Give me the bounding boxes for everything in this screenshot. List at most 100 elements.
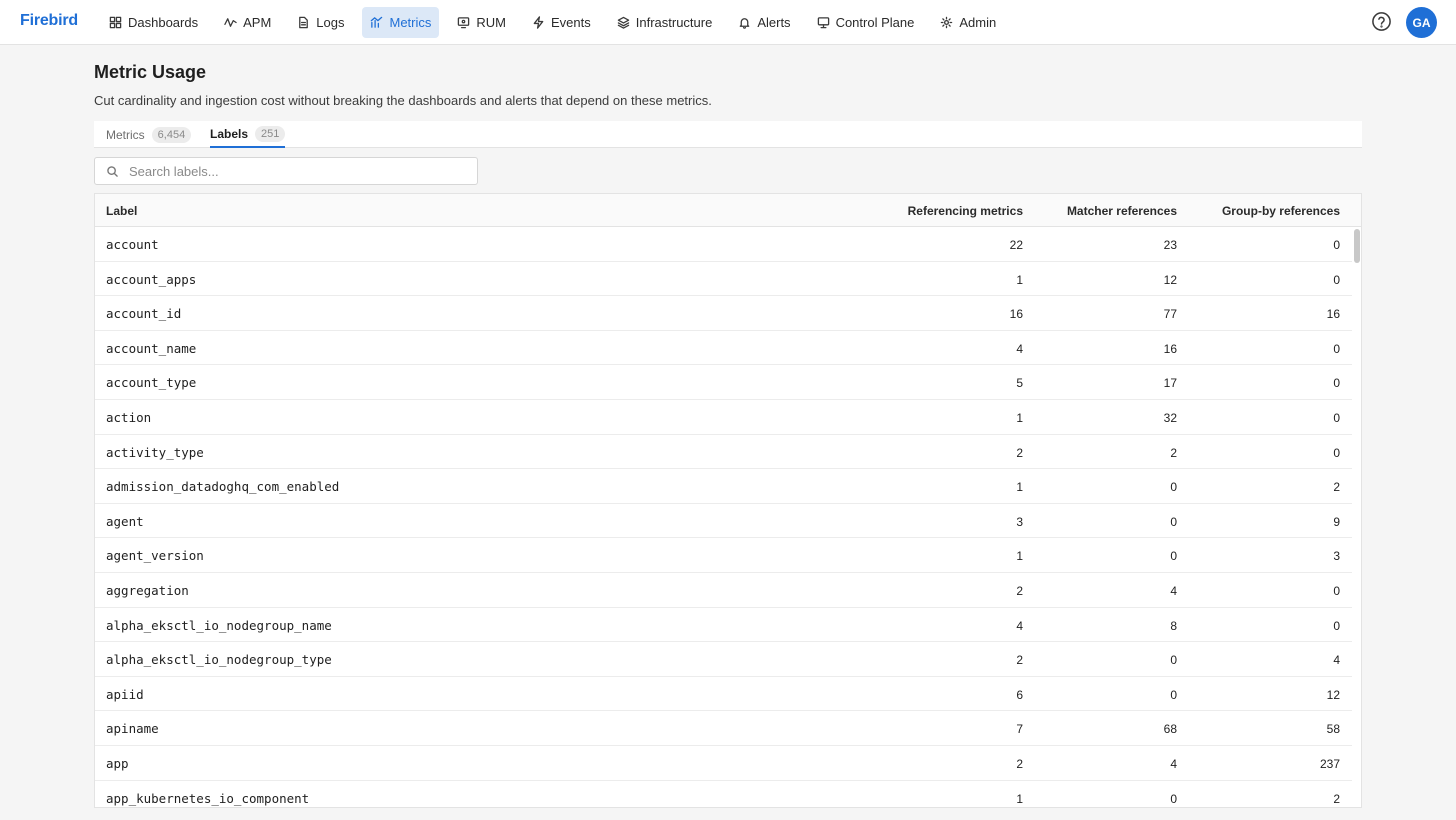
nav-apm[interactable]: APM [216,7,279,38]
monitor-icon [458,17,470,29]
cell-label: activity_type [106,444,204,460]
table-row[interactable]: account 22 23 0 [95,227,1352,262]
cell-label: app_kubernetes_io_component [106,790,310,806]
cell-group-by-references: 0 [1333,410,1340,425]
user-avatar[interactable]: GA [1406,7,1437,38]
cell-group-by-references: 3 [1333,549,1340,564]
cell-label: account_apps [106,271,197,287]
table-row[interactable]: account_apps 1 12 0 [95,262,1352,297]
nav-rum[interactable]: RUM [449,7,514,38]
line-chart-icon [371,16,383,28]
table-row[interactable]: apiid 6 0 12 [95,677,1352,712]
cell-group-by-references: 4 [1333,653,1340,668]
nav-alerts[interactable]: Alerts [730,7,798,38]
cell-label: agent [106,513,144,529]
labels-table: Label Referencing metrics Matcher refere… [94,193,1362,808]
table-row[interactable]: action 1 32 0 [95,400,1352,435]
cell-label: alpha_eksctl_io_nodegroup_name [106,617,332,633]
cell-group-by-references: 0 [1333,238,1340,252]
lightning-icon [533,16,544,29]
search-icon [107,166,118,177]
search-input[interactable] [129,162,469,180]
cell-label: account_type [106,375,197,391]
cell-matcher-references: 4 [1170,756,1177,771]
table-row[interactable]: aggregation 2 4 0 [95,573,1352,608]
table-row[interactable]: activity_type 2 2 0 [95,435,1352,470]
table-row[interactable]: account_type 5 17 0 [95,365,1352,400]
cell-group-by-references: 16 [1326,307,1340,322]
nav-label: RUM [476,15,506,30]
cell-group-by-references: 237 [1319,756,1340,771]
cell-referencing-metrics: 2 [1016,653,1023,668]
cell-referencing-metrics: 1 [1016,791,1023,806]
nav-metrics[interactable]: Metrics [362,7,440,38]
table-row[interactable]: agent 3 0 9 [95,504,1352,539]
main-nav: Dashboards APM Logs Metrics RUM Events I… [101,7,1014,38]
cell-label: account_id [106,306,182,322]
brand-logo[interactable]: Firebird [20,12,78,30]
cell-matcher-references: 2 [1170,445,1177,460]
cell-matcher-references: 68 [1163,722,1177,737]
cell-matcher-references: 0 [1170,549,1177,564]
tab-metrics[interactable]: Metrics 6,454 [106,121,192,148]
nav-admin[interactable]: Admin [932,7,1004,38]
cell-referencing-metrics: 4 [1016,618,1023,633]
page-description: Cut cardinality and ingestion cost witho… [94,93,712,108]
table-row[interactable]: alpha_eksctl_io_nodegroup_name 4 8 0 [95,608,1352,643]
gear-icon [941,16,953,29]
cell-referencing-metrics: 6 [1016,687,1023,702]
pulse-icon [224,18,237,27]
table-scrollbar[interactable] [1354,229,1360,263]
cell-label: apiname [106,721,159,737]
column-header-referencing-metrics[interactable]: Referencing metrics [908,204,1023,218]
column-header-label[interactable]: Label [106,204,137,218]
cell-label: account [106,237,159,252]
nav-events[interactable]: Events [524,7,599,38]
table-body: account 22 23 0 account_apps 1 12 0 account_id 16… [95,227,1352,808]
help-button[interactable] [1371,11,1392,32]
tab-labels[interactable]: Labels 251 [210,121,286,148]
table-row[interactable]: admission_datadoghq_com_enabled 1 0 2 [95,469,1352,504]
table-row[interactable]: account_id 16 77 16 [95,296,1352,331]
cell-matcher-references: 0 [1170,791,1177,806]
cell-matcher-references: 77 [1163,307,1177,322]
cell-matcher-references: 0 [1170,480,1177,495]
cell-referencing-metrics: 1 [1016,480,1023,495]
table-row[interactable]: apiname 7 68 58 [95,711,1352,746]
cell-group-by-references: 0 [1333,376,1340,391]
nav-label: Dashboards [128,15,199,30]
nav-dashboards[interactable]: Dashboards [101,7,206,38]
cell-group-by-references: 0 [1333,272,1340,287]
table-row[interactable]: agent_version 1 0 3 [95,538,1352,573]
table-row[interactable]: alpha_eksctl_io_nodegroup_type 2 0 4 [95,642,1352,677]
top-nav: Firebird Dashboards APM Logs Metrics RUM… [0,0,1456,45]
tab-label: Labels [210,126,249,141]
tab-label: Metrics [106,127,145,142]
table-row[interactable]: app 2 4 237 [95,746,1352,781]
nav-control-plane[interactable]: Control Plane [809,7,923,38]
nav-logs[interactable]: Logs [289,7,352,38]
cell-label: agent_version [106,548,204,564]
cell-label: app [106,755,129,771]
cell-matcher-references: 12 [1163,272,1177,287]
column-header-group-by-references[interactable]: Group-by references [1222,204,1340,218]
column-header-matcher-references[interactable]: Matcher references [1067,204,1177,218]
table-row[interactable]: app_kubernetes_io_component 1 0 2 [95,781,1352,808]
table-row[interactable]: account_name 4 16 0 [95,331,1352,366]
cell-referencing-metrics: 16 [1009,307,1023,322]
bell-icon [739,18,750,29]
cell-matcher-references: 4 [1170,583,1177,598]
document-icon [299,16,309,29]
cell-label: action [106,409,152,425]
nav-label: Infrastructure [635,15,713,30]
desktop-icon [817,17,829,29]
nav-infrastructure[interactable]: Infrastructure [609,7,721,38]
tab-count-badge: 251 [255,125,286,142]
cell-matcher-references: 16 [1163,341,1177,356]
cell-referencing-metrics: 2 [1016,583,1023,598]
cell-matcher-references: 0 [1170,687,1177,702]
cell-matcher-references: 0 [1170,653,1177,668]
cell-matcher-references: 23 [1163,238,1177,252]
cell-matcher-references: 8 [1170,618,1177,633]
cell-referencing-metrics: 5 [1016,376,1023,391]
